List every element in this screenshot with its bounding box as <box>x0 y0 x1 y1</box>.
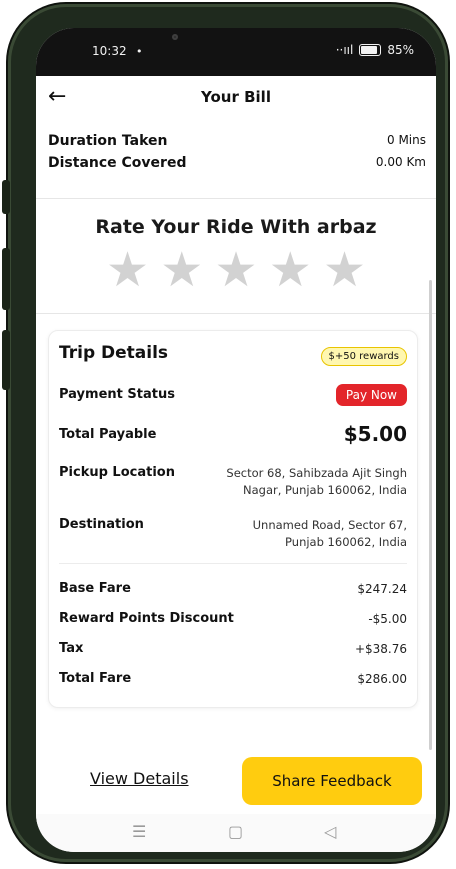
star-icon[interactable]: ★ <box>269 246 312 294</box>
page-title: Your Bill <box>201 88 271 106</box>
system-nav-bar: ☰ ▢ ◁ <box>36 814 436 852</box>
card-divider <box>59 563 407 564</box>
status-icons: ··ııl 85% <box>336 43 414 57</box>
menu-icon[interactable]: ☰ <box>132 822 146 841</box>
trip-summary: Duration Taken 0 Mins Distance Covered 0… <box>36 133 436 177</box>
destination-address: Unnamed Road, Sector 67, Punjab 160062, … <box>187 517 407 551</box>
destination-label: Destination <box>59 517 144 532</box>
tax-label: Tax <box>59 641 84 656</box>
trip-details-card: Trip Details $+50 rewards Payment Status… <box>48 330 418 708</box>
star-icon[interactable]: ★ <box>160 246 203 294</box>
total-fare-value: $286.00 <box>357 672 407 686</box>
total-payable-label: Total Payable <box>59 427 157 442</box>
pickup-line-1: Sector 68, Sahibzada Ajit Singh <box>226 466 407 480</box>
rating-stars: ★ ★ ★ ★ ★ <box>106 246 366 294</box>
pickup-line-2: Nagar, Punjab 160062, India <box>243 483 407 497</box>
duration-label: Duration Taken <box>48 133 168 149</box>
status-bar: 10:32 • ··ııl 85% <box>36 28 436 76</box>
battery-percent: 85% <box>387 43 414 57</box>
home-icon[interactable]: ▢ <box>228 822 243 841</box>
status-time: 10:32 <box>92 44 127 58</box>
share-feedback-button[interactable]: Share Feedback <box>242 757 422 805</box>
total-fare-label: Total Fare <box>59 671 132 686</box>
distance-value: 0.00 Km <box>375 155 426 169</box>
pickup-label: Pickup Location <box>59 465 175 480</box>
rating-title: Rate Your Ride With arbaz <box>95 216 377 238</box>
app-screen: 10:32 • ··ııl 85% ← Your Bill Duration T… <box>36 28 436 852</box>
app-header: ← Your Bill <box>36 76 436 122</box>
tax-value: +$38.76 <box>354 642 407 656</box>
signal-icon: ··ııl <box>335 43 354 57</box>
reward-discount-label: Reward Points Discount <box>59 611 234 626</box>
phone-volume-button <box>2 248 10 310</box>
phone-power-button <box>2 330 10 390</box>
front-camera <box>172 34 178 40</box>
battery-icon <box>359 44 382 56</box>
duration-value: 0 Mins <box>387 133 426 147</box>
section-divider <box>36 198 436 199</box>
notification-icon: • <box>136 45 143 58</box>
reward-badge: $+50 rewards <box>320 347 407 366</box>
pickup-address: Sector 68, Sahibzada Ajit Singh Nagar, P… <box>187 465 407 499</box>
total-payable-value: $5.00 <box>343 422 407 446</box>
scrollbar[interactable] <box>429 280 432 750</box>
distance-row: Distance Covered 0.00 Km <box>36 155 436 177</box>
back-triangle-icon[interactable]: ◁ <box>324 822 336 841</box>
reward-discount-value: -$5.00 <box>368 612 407 626</box>
star-icon[interactable]: ★ <box>106 246 149 294</box>
star-icon[interactable]: ★ <box>323 246 366 294</box>
base-fare-label: Base Fare <box>59 581 131 596</box>
pay-now-button[interactable]: Pay Now <box>335 384 407 406</box>
destination-line-1: Unnamed Road, Sector 67, <box>252 518 407 532</box>
phone-side-button <box>2 180 10 214</box>
payment-status-label: Payment Status <box>59 387 175 402</box>
destination-line-2: Punjab 160062, India <box>285 535 407 549</box>
star-icon[interactable]: ★ <box>214 246 257 294</box>
view-details-link[interactable]: View Details <box>90 769 189 788</box>
duration-row: Duration Taken 0 Mins <box>36 133 436 155</box>
base-fare-value: $247.24 <box>357 582 407 596</box>
section-divider <box>36 313 436 314</box>
distance-label: Distance Covered <box>48 155 187 171</box>
trip-details-title: Trip Details <box>59 343 169 363</box>
